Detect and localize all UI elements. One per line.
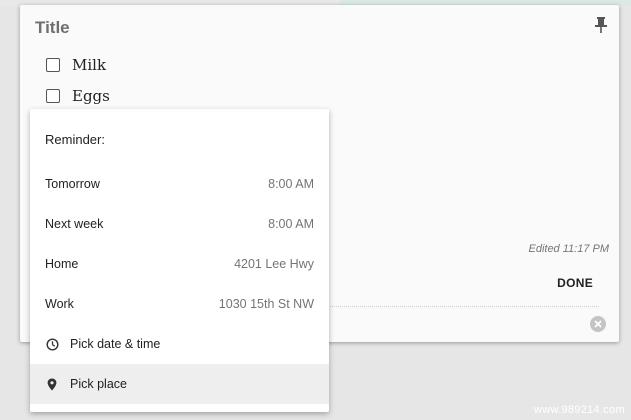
reminder-menu-header: Reminder: — [45, 132, 105, 147]
pick-date-time-label: Pick date & time — [70, 337, 161, 351]
done-button[interactable]: DONE — [557, 276, 593, 290]
reminder-option-label: Work — [45, 297, 74, 311]
reminder-option-value: 8:00 AM — [268, 217, 314, 231]
reminder-option-value: 1030 15th St NW — [218, 297, 314, 311]
list-item-label[interactable]: Milk — [72, 56, 106, 74]
reminder-option-label: Tomorrow — [45, 177, 100, 191]
reminder-option-next-week[interactable]: Next week 8:00 AM — [30, 204, 329, 244]
reminder-option-label: Home — [45, 257, 79, 271]
list-item-label[interactable]: Eggs — [72, 87, 110, 105]
reminder-option-label: Next week — [45, 217, 104, 231]
list-item-eggs: Eggs — [46, 85, 110, 107]
reminder-option-work[interactable]: Work 1030 15th St NW — [30, 284, 329, 324]
watermark: www.989214.com — [533, 404, 625, 416]
reminder-option-value: 8:00 AM — [268, 177, 314, 191]
reminder-option-home[interactable]: Home 4201 Lee Hwy — [30, 244, 329, 284]
list-item-milk: Milk — [46, 54, 106, 76]
pin-icon[interactable] — [593, 16, 609, 34]
reminder-option-tomorrow[interactable]: Tomorrow 8:00 AM — [30, 164, 329, 204]
checkbox[interactable] — [46, 89, 60, 103]
pick-date-time-option[interactable]: Pick date & time — [30, 324, 329, 364]
divider — [330, 306, 599, 307]
close-circle-icon[interactable] — [590, 316, 606, 332]
note-title[interactable]: Title — [35, 18, 70, 38]
clock-icon — [45, 337, 59, 351]
edited-timestamp: Edited 11:17 PM — [528, 243, 609, 255]
checkbox[interactable] — [46, 58, 60, 72]
pick-place-option[interactable]: Pick place — [30, 364, 329, 404]
pick-place-label: Pick place — [70, 377, 127, 391]
reminder-menu: Reminder: Tomorrow 8:00 AM Next week 8:0… — [30, 109, 329, 412]
location-pin-icon — [45, 377, 59, 391]
reminder-option-value: 4201 Lee Hwy — [234, 257, 314, 271]
